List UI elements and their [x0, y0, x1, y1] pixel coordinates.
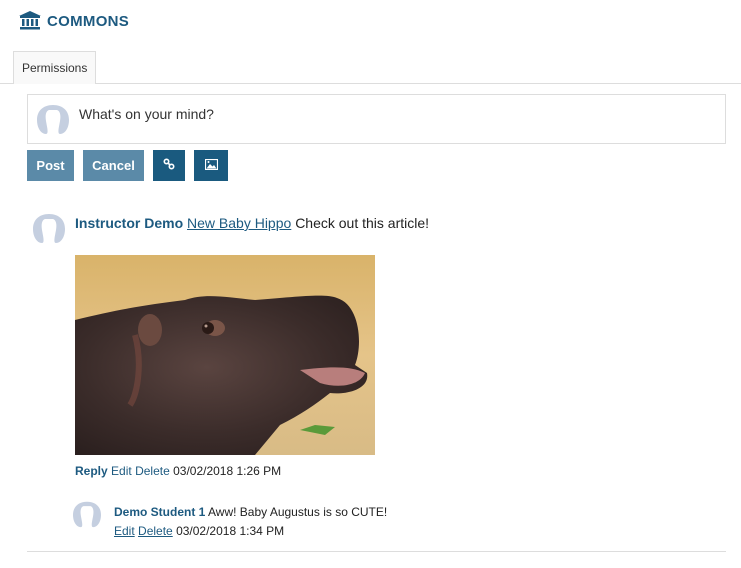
comment-timestamp: 03/02/2018 1:34 PM [176, 524, 285, 538]
avatar [36, 103, 70, 138]
post-link[interactable]: New Baby Hippo [187, 215, 291, 231]
cancel-button[interactable]: Cancel [83, 150, 144, 181]
reply-button[interactable]: Reply [75, 464, 108, 478]
page-header: COMMONS [18, 10, 129, 32]
post-text: Check out this article! [295, 215, 430, 231]
avatar [72, 500, 102, 531]
edit-button[interactable]: Edit [111, 464, 132, 478]
post-composer[interactable]: What's on your mind? [27, 94, 726, 144]
institution-icon [18, 10, 42, 33]
post-image[interactable] [75, 255, 375, 455]
post-meta: Reply Edit Delete 03/02/2018 1:26 PM [75, 464, 281, 478]
post-button[interactable]: Post [27, 150, 74, 181]
delete-button[interactable]: Delete [135, 464, 170, 478]
comment-author: Demo Student 1 [114, 505, 206, 519]
post-timestamp: 03/02/2018 1:26 PM [173, 464, 282, 478]
link-icon [163, 158, 175, 173]
comment-meta: Edit Delete 03/02/2018 1:34 PM [114, 524, 284, 538]
avatar [32, 212, 66, 247]
add-image-button[interactable] [194, 150, 228, 181]
hippo-photo [75, 255, 375, 455]
composer-input[interactable]: What's on your mind? [79, 106, 214, 122]
post-author: Instructor Demo [75, 215, 184, 231]
comment-delete-button[interactable]: Delete [138, 524, 173, 538]
comment-edit-button[interactable]: Edit [114, 524, 135, 538]
post-header: Instructor Demo New Baby Hippo Check out… [75, 215, 429, 231]
comment-body: Demo Student 1 Aww! Baby Augustus is so … [114, 505, 387, 519]
tab-permissions[interactable]: Permissions [13, 51, 97, 84]
tab-bar: Permissions [0, 51, 741, 84]
divider [27, 551, 726, 552]
add-link-button[interactable] [153, 150, 185, 181]
page-title: COMMONS [47, 12, 130, 30]
image-icon [204, 158, 218, 173]
comment-text: Aww! Baby Augustus is so CUTE! [208, 505, 388, 519]
